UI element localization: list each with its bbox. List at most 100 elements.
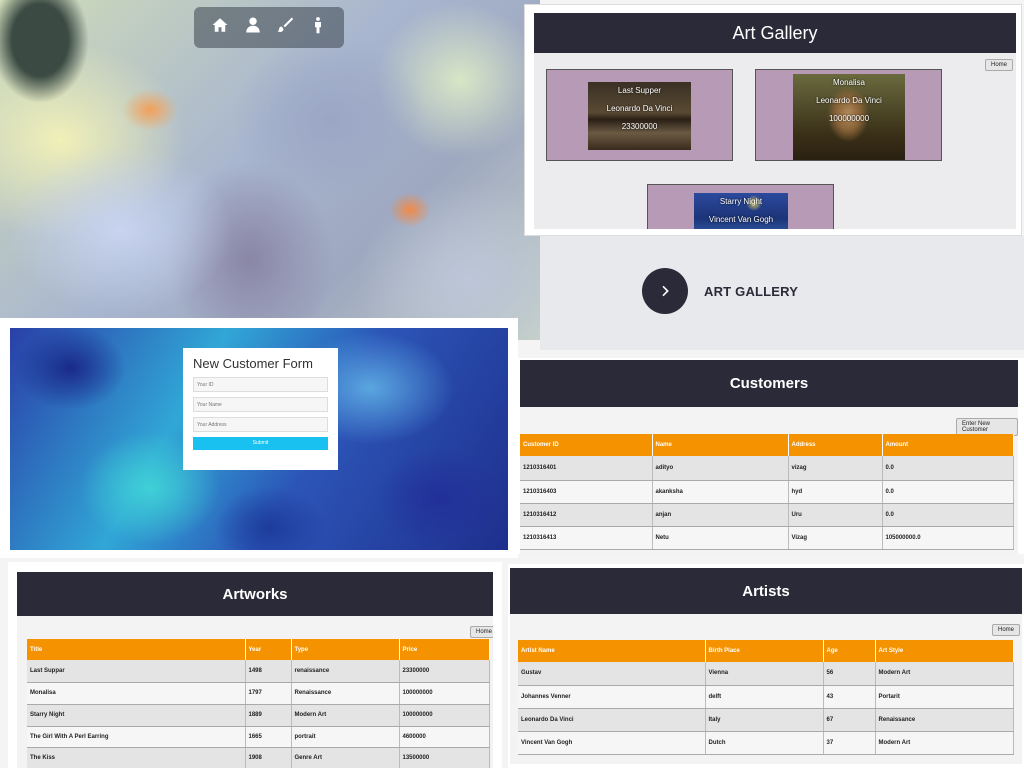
customer-form: New Customer Form Submit bbox=[183, 348, 338, 470]
cell: 1210316413 bbox=[520, 526, 653, 550]
table-row: Monalisa 1797 Renaissance 100000000 bbox=[27, 682, 490, 705]
cell: portrait bbox=[291, 726, 400, 748]
table-row: Last Suppar 1498 renaissance 23300000 bbox=[27, 660, 490, 683]
cell: Italy bbox=[705, 708, 824, 732]
column-header: Age bbox=[823, 640, 876, 662]
cell: 23300000 bbox=[399, 660, 490, 683]
cell: 100000000 bbox=[399, 682, 490, 705]
card-title: Last Supper bbox=[617, 86, 662, 95]
address-field[interactable] bbox=[193, 417, 328, 432]
next-button[interactable] bbox=[642, 268, 688, 314]
id-field[interactable] bbox=[193, 377, 328, 392]
card-artist: Leonardo Da Vinci bbox=[816, 96, 882, 105]
column-header: Title bbox=[27, 639, 246, 660]
cell: 1908 bbox=[245, 747, 292, 768]
submit-button[interactable]: Submit bbox=[193, 437, 328, 450]
home-icon[interactable] bbox=[211, 16, 229, 39]
table-row: Vincent Van Gogh Dutch 37 Modern Art bbox=[518, 731, 1014, 755]
artwork-image: Monalisa Leonardo Da Vinci 100000000 bbox=[793, 74, 905, 160]
cell: Renaissance bbox=[875, 708, 1014, 732]
gallery-title: Art Gallery bbox=[534, 13, 1016, 53]
cell: 1498 bbox=[245, 660, 292, 683]
cell: adityo bbox=[652, 456, 789, 481]
cell: 105000000.0 bbox=[882, 526, 1014, 550]
table-row: Leonardo Da Vinci Italy 67 Renaissance bbox=[518, 708, 1014, 732]
customers-title: Customers bbox=[520, 360, 1018, 407]
cell: delft bbox=[705, 685, 824, 709]
customer-form-screenshot: New Customer Form Submit bbox=[0, 318, 518, 558]
name-field[interactable] bbox=[193, 397, 328, 412]
gallery-body: Home Last Supper Leonardo Da Vinci 23300… bbox=[534, 53, 1016, 229]
table-row: 1210316412 anjan Uru 0.0 bbox=[520, 503, 1014, 527]
person-icon[interactable] bbox=[309, 16, 327, 39]
table-row: Johannes Venner delft 43 Portarit bbox=[518, 685, 1014, 709]
column-header: Address bbox=[788, 434, 883, 456]
column-header: Type bbox=[291, 639, 400, 660]
user-icon[interactable] bbox=[244, 16, 262, 39]
cell: Johannes Venner bbox=[518, 685, 706, 709]
cell: anjan bbox=[652, 503, 789, 527]
home-button[interactable]: Home bbox=[985, 59, 1014, 71]
cell: Dutch bbox=[705, 731, 824, 755]
cell: The Girl With A Perl Earring bbox=[27, 726, 246, 748]
cell: 1889 bbox=[245, 704, 292, 727]
art-gallery-cta: ART GALLERY bbox=[540, 236, 1024, 350]
card-artist: Vincent Van Gogh bbox=[708, 215, 774, 224]
artwork-image: Starry Night Vincent Van Gogh bbox=[694, 193, 788, 229]
artists-title: Artists bbox=[510, 568, 1022, 614]
cell: Renaissance bbox=[291, 682, 400, 705]
cell: Uru bbox=[788, 503, 883, 527]
art-card[interactable]: Monalisa Leonardo Da Vinci 100000000 bbox=[755, 69, 942, 161]
cell: Portarit bbox=[875, 685, 1014, 709]
home-button[interactable]: Home bbox=[470, 626, 493, 638]
table-row: The Girl With A Perl Earring 1665 portrait… bbox=[27, 726, 490, 748]
column-header: Name bbox=[652, 434, 789, 456]
cell: Leonardo Da Vinci bbox=[518, 708, 706, 732]
card-price: 100000000 bbox=[828, 114, 870, 123]
card-title: Starry Night bbox=[719, 197, 763, 206]
card-title: Monalisa bbox=[832, 78, 865, 87]
cell: 0.0 bbox=[882, 480, 1014, 504]
cta-label[interactable]: ART GALLERY bbox=[704, 284, 798, 299]
chevron-right-icon bbox=[662, 285, 669, 297]
cell: 13500000 bbox=[399, 747, 490, 768]
column-header: Price bbox=[399, 639, 490, 660]
artwork-image: Last Supper Leonardo Da Vinci 23300000 bbox=[588, 82, 691, 150]
cell: Gustav bbox=[518, 662, 706, 686]
artists-table: Artist Name Birth Place Age Art Style Gu… bbox=[518, 640, 1014, 755]
column-header: Amount bbox=[882, 434, 1014, 456]
art-card[interactable]: Last Supper Leonardo Da Vinci 23300000 bbox=[546, 69, 733, 161]
home-button[interactable]: Home bbox=[992, 624, 1021, 636]
card-artist: Leonardo Da Vinci bbox=[606, 104, 673, 113]
cell: Modern Art bbox=[875, 731, 1014, 755]
cell: renaissance bbox=[291, 660, 400, 683]
top-nav bbox=[194, 7, 344, 48]
cell: 56 bbox=[823, 662, 876, 686]
table-row: 1210316403 akanksha hyd 0.0 bbox=[520, 480, 1014, 504]
customers-table: Customer ID Name Address Amount 12103164… bbox=[520, 434, 1014, 550]
table-row: 1210316413 Netu Vizag 105000000.0 bbox=[520, 526, 1014, 550]
hero-panel bbox=[0, 0, 540, 340]
cell: 0.0 bbox=[882, 503, 1014, 527]
cell: 43 bbox=[823, 685, 876, 709]
artists-screenshot: Artists Home Artist Name Birth Place Age… bbox=[508, 564, 1024, 768]
cell: 1665 bbox=[245, 726, 292, 748]
card-price: 23300000 bbox=[621, 122, 658, 131]
cell: Vienna bbox=[705, 662, 824, 686]
cell: Modern Art bbox=[291, 704, 400, 727]
artists-body: Home Artist Name Birth Place Age Art Sty… bbox=[510, 614, 1022, 764]
column-header: Birth Place bbox=[705, 640, 824, 662]
table-row: The Kiss 1908 Genre Art 13500000 bbox=[27, 747, 490, 768]
cell: Vizag bbox=[788, 526, 883, 550]
brush-icon[interactable] bbox=[276, 16, 294, 39]
art-card[interactable]: Starry Night Vincent Van Gogh bbox=[647, 184, 834, 229]
cell: 1797 bbox=[245, 682, 292, 705]
table-row: 1210316401 adityo vizag 0.0 bbox=[520, 456, 1014, 481]
cell: 1210316403 bbox=[520, 480, 653, 504]
cell: 1210316412 bbox=[520, 503, 653, 527]
customers-screenshot: Customers Enter New Customer Customer ID… bbox=[518, 358, 1024, 554]
table-row: Starry Night 1889 Modern Art 100000000 bbox=[27, 704, 490, 727]
cell: 100000000 bbox=[399, 704, 490, 727]
cell: Genre Art bbox=[291, 747, 400, 768]
cell: Vincent Van Gogh bbox=[518, 731, 706, 755]
